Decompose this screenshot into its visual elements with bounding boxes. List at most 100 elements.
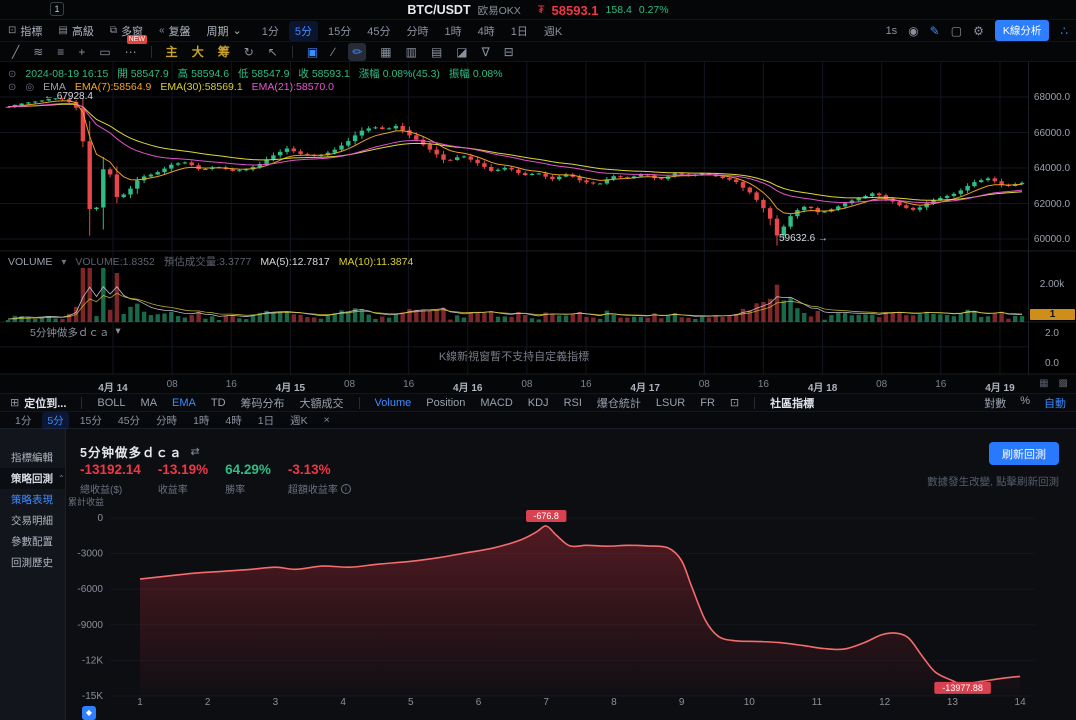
tf2-4h[interactable]: 4時 — [220, 412, 246, 429]
log-scale-toggle[interactable]: 對數 — [984, 395, 1006, 411]
swap-icon[interactable]: ⇄ — [190, 445, 199, 458]
rect-tool[interactable]: ▭ — [99, 44, 110, 60]
collapse-toggle[interactable]: ⊙ — [8, 68, 16, 80]
large-orders-toggle[interactable]: 大 — [192, 44, 204, 60]
channel-tool[interactable]: ≋ — [33, 44, 43, 60]
settings-icon[interactable]: ⚙ — [973, 24, 984, 38]
tf2-1h[interactable]: 1時 — [188, 412, 214, 429]
tf-4h[interactable]: 4時 — [472, 21, 501, 41]
time-axis[interactable]: ▦▩ 4月 1408164月 1508164月 1608164月 1708164… — [0, 375, 1076, 394]
chips-toggle[interactable]: 筹 — [218, 44, 230, 60]
ind-macd[interactable]: MACD — [480, 397, 512, 409]
tf-1d[interactable]: 1日 — [505, 21, 534, 41]
measure-tool[interactable]: ∕ — [332, 44, 334, 60]
cursor-tool[interactable]: ↖ — [268, 44, 278, 60]
pattern-tool[interactable]: ▦ — [380, 44, 391, 60]
tf2-1d[interactable]: 1日 — [253, 412, 279, 429]
tf2-5m[interactable]: 5分 — [42, 412, 68, 429]
close-tab-icon[interactable]: × — [319, 413, 335, 427]
indicators-menu[interactable]: ⊡指標 — [8, 23, 42, 39]
stat-excess-return[interactable]: -3.13%超額收益率i — [288, 462, 351, 496]
cross-tool[interactable]: + — [78, 44, 85, 60]
sidebar-item-backtest-history[interactable]: 回測歷史 — [0, 552, 65, 573]
ind-large-trades[interactable]: 大額成交 — [300, 395, 344, 411]
form-tool[interactable]: ▤ — [431, 44, 442, 60]
tf2-1w[interactable]: 週K — [285, 412, 313, 429]
volume-dropdown-icon[interactable]: ▾ — [61, 256, 66, 268]
sidebar-item-strategy-backtest[interactable]: 策略回測⌃ — [0, 468, 65, 489]
eraser-tool[interactable]: ◪ — [456, 44, 467, 60]
tf-15m[interactable]: 15分 — [322, 21, 357, 41]
auto-scale-toggle[interactable]: 自動 — [1044, 395, 1066, 411]
tf2-15m[interactable]: 15分 — [75, 412, 107, 429]
floating-widget-icon[interactable]: ◆ — [82, 706, 96, 720]
tf-hourly[interactable]: 分時 — [401, 21, 435, 41]
clipboard-tool[interactable]: ▥ — [406, 44, 417, 60]
info-icon[interactable]: i — [341, 484, 351, 494]
ind-lsur[interactable]: LSUR — [656, 397, 685, 409]
ind-volume[interactable]: Volume — [375, 397, 412, 409]
ind-ema[interactable]: EMA — [172, 397, 196, 409]
ind-ma[interactable]: MA — [141, 397, 158, 409]
ind-fr[interactable]: FR — [700, 397, 715, 409]
percent-scale-toggle[interactable]: % — [1020, 395, 1030, 411]
tf2-1m[interactable]: 1分 — [10, 412, 36, 429]
subpane-indicator-name: 5分钟做多ｄｃａ — [30, 325, 109, 340]
reload-tool[interactable]: ↻ — [244, 44, 254, 60]
refresh-backtest-button[interactable]: 刷新回測 — [989, 442, 1059, 465]
sidebar-item-trade-details[interactable]: 交易明細 — [0, 510, 65, 531]
sidebar-item-strategy-performance[interactable]: 策略表現 — [0, 489, 65, 510]
share-icon[interactable]: ∴ — [1060, 24, 1068, 38]
screenshot-icon[interactable]: ◉ — [908, 24, 918, 38]
ind-td[interactable]: TD — [211, 397, 226, 409]
trendline-tool[interactable]: ╱ — [12, 44, 19, 60]
price-axis[interactable]: 68000.066000.064000.062000.060000.02.00k… — [1028, 62, 1076, 375]
ind-boll[interactable]: BOLL — [97, 397, 125, 409]
tf-5m[interactable]: 5分 — [289, 21, 318, 41]
copy-tool[interactable]: ▣ — [307, 44, 318, 60]
replay-menu[interactable]: «复盤 — [159, 23, 191, 39]
period-menu[interactable]: 周期⌄ — [207, 23, 242, 39]
stat-win-rate[interactable]: 64.29%勝率 — [225, 462, 271, 496]
more-tools[interactable]: ⋯NEW — [125, 44, 137, 60]
tf2-hourly[interactable]: 分時 — [151, 412, 182, 429]
seg-item: 漲幅 0.08%(45.3) — [359, 66, 440, 81]
kline-analysis-button[interactable]: K線分析 — [995, 20, 1050, 41]
tf-1m[interactable]: 1分 — [256, 21, 285, 41]
axis-setting-icon[interactable]: ▦ — [1039, 378, 1048, 389]
hline-tool[interactable]: ≡ — [57, 44, 64, 60]
filter-tool[interactable]: ∇ — [482, 44, 490, 60]
tf-1h[interactable]: 1時 — [439, 21, 468, 41]
main-chart-toggle[interactable]: 主 — [166, 44, 178, 60]
main-chart-region[interactable]: ⊙2024-08-19 16:15開 58547.9高 58594.6低 585… — [0, 62, 1076, 375]
tf2-45m[interactable]: 45分 — [113, 412, 145, 429]
advanced-menu[interactable]: ▤高級 — [58, 23, 93, 39]
ind-position[interactable]: Position — [426, 397, 465, 409]
tf-1w[interactable]: 週K — [538, 21, 568, 41]
edit-indicators-icon[interactable]: ⊡ — [730, 396, 739, 409]
ind-liquidation[interactable]: 爆仓統計 — [597, 395, 641, 411]
trash-tool[interactable]: ⊟ — [504, 44, 514, 60]
locate-button[interactable]: ⊞ 定位到... — [10, 395, 66, 411]
collapse-toggle[interactable]: ⊙ — [8, 81, 16, 93]
tf2-1w-label: 週K — [290, 415, 308, 427]
sidebar-item-indicator-edit[interactable]: 指標編輯 — [0, 447, 65, 468]
candlestick-chart[interactable] — [0, 62, 1076, 375]
alert-icon[interactable]: ◎ — [25, 81, 34, 93]
tf-45m[interactable]: 45分 — [361, 21, 396, 41]
interval-indicator[interactable]: 1s — [886, 25, 898, 37]
subpane-indicator-label[interactable]: 5分钟做多ｄｃａ ▾ — [30, 325, 121, 340]
tab-badge[interactable]: 1 — [50, 2, 64, 16]
sidebar-item-parameter-config[interactable]: 參數配置 — [0, 531, 65, 552]
brush-tool[interactable]: ✏ — [348, 43, 366, 61]
axis-setting-icon[interactable]: ▩ — [1059, 378, 1068, 389]
stat-total-pnl[interactable]: -13192.14總收益($) — [80, 462, 141, 496]
draw-mode-icon[interactable]: ✎ — [930, 24, 940, 38]
community-indicators[interactable]: 社區指標 — [770, 395, 814, 411]
ind-rsi[interactable]: RSI — [564, 397, 582, 409]
stat-return-rate[interactable]: -13.19%收益率 — [158, 462, 208, 496]
ind-chips[interactable]: 筹码分布 — [241, 395, 285, 411]
ind-kdj[interactable]: KDJ — [528, 397, 549, 409]
fullscreen-icon[interactable]: ▢ — [951, 24, 962, 38]
stat-label: 總收益($) — [80, 481, 141, 496]
